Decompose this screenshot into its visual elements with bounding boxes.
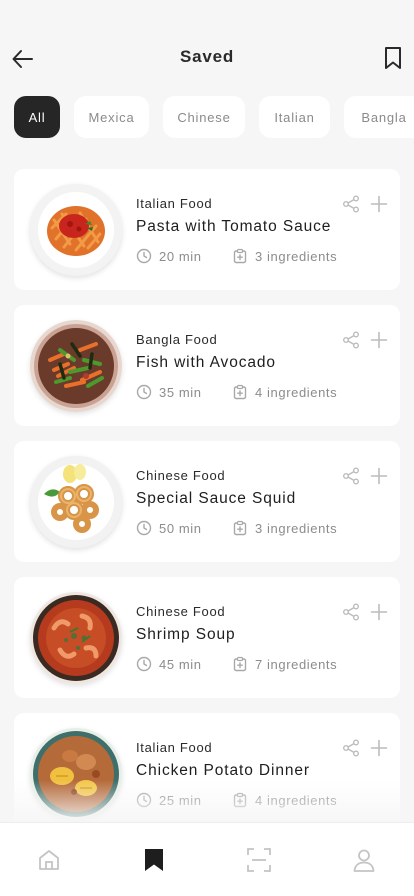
nav-saved[interactable] [141, 847, 167, 873]
recipe-title: Fish with Avocado [136, 354, 276, 371]
recipe-time: 25 min [136, 792, 202, 808]
plus-icon [370, 331, 388, 349]
recipe-time-label: 50 min [159, 520, 202, 536]
recipe-title: Pasta with Tomato Sauce [136, 218, 332, 235]
plus-icon [370, 739, 388, 757]
clock-icon [136, 248, 152, 264]
recipe-category: Chinese Food [136, 604, 226, 619]
bookmark-icon [385, 47, 401, 69]
filter-chip-bangla[interactable]: Bangla [344, 96, 414, 138]
add-button[interactable] [370, 603, 388, 621]
recipe-ingredients-label: 3 ingredients [255, 520, 338, 536]
nav-profile[interactable] [351, 847, 377, 873]
recipe-time: 35 min [136, 384, 202, 400]
recipe-ingredients-label: 4 ingredients [255, 384, 338, 400]
recipe-card[interactable]: Italian Food Chicken Potato Dinner 25 mi… [14, 713, 400, 834]
bookmark-button[interactable] [382, 46, 404, 70]
plus-icon [370, 603, 388, 621]
recipe-card[interactable]: Chinese Food Special Sauce Squid 50 min … [14, 441, 400, 562]
recipe-card[interactable]: Italian Food Pasta with Tomato Sauce 20 … [14, 169, 400, 290]
recipe-category: Chinese Food [136, 468, 226, 483]
share-icon [343, 331, 359, 349]
ingredients-icon [233, 792, 247, 808]
recipe-title: Chicken Potato Dinner [136, 762, 310, 779]
shrimp-soup-dish-image [30, 592, 122, 684]
recipe-time: 50 min [136, 520, 202, 536]
bottom-nav [0, 822, 414, 896]
share-icon [343, 603, 359, 621]
recipe-ingredients: 3 ingredients [232, 520, 337, 536]
squid-rings-dish-image [30, 456, 122, 548]
share-icon [343, 467, 359, 485]
share-icon [343, 739, 359, 757]
recipe-category: Bangla Food [136, 332, 218, 347]
share-button[interactable] [342, 603, 360, 621]
user-icon [353, 849, 375, 872]
clock-icon [136, 384, 152, 400]
share-button[interactable] [342, 467, 360, 485]
share-button[interactable] [342, 331, 360, 349]
recipe-ingredients-label: 4 ingredients [255, 792, 338, 808]
recipe-time-label: 25 min [159, 792, 202, 808]
page-title: Saved [179, 47, 235, 66]
recipe-title: Shrimp Soup [136, 626, 236, 643]
add-button[interactable] [370, 331, 388, 349]
recipe-time: 20 min [136, 248, 202, 264]
recipe-ingredients: 3 ingredients [232, 248, 337, 264]
recipe-ingredients: 4 ingredients [232, 384, 337, 400]
filter-chip-italian[interactable]: Italian [259, 96, 330, 138]
header: Saved [0, 0, 414, 90]
recipe-ingredients: 4 ingredients [232, 792, 337, 808]
chicken-potato-dish-image [30, 728, 122, 820]
add-button[interactable] [370, 467, 388, 485]
filter-chip-mexica[interactable]: Mexica [74, 96, 149, 138]
share-button[interactable] [342, 195, 360, 213]
filter-chip-all[interactable]: All [14, 96, 60, 138]
filter-chips: All Mexica Chinese Italian Bangla [14, 96, 414, 140]
recipe-ingredients: 7 ingredients [232, 656, 337, 672]
recipe-time-label: 20 min [159, 248, 202, 264]
vegetable-dish-image [30, 320, 122, 412]
nav-scan[interactable] [246, 847, 272, 873]
add-button[interactable] [370, 195, 388, 213]
recipe-title: Special Sauce Squid [136, 490, 297, 507]
recipe-ingredients-label: 3 ingredients [255, 248, 338, 264]
recipe-card[interactable]: Bangla Food Fish with Avocado 35 min 4 i… [14, 305, 400, 426]
nav-home[interactable] [36, 847, 62, 873]
recipe-category: Italian Food [136, 740, 213, 755]
ingredients-icon [233, 384, 247, 400]
ingredients-icon [233, 248, 247, 264]
clock-icon [136, 792, 152, 808]
share-button[interactable] [342, 739, 360, 757]
ingredients-icon [233, 656, 247, 672]
clock-icon [136, 520, 152, 536]
recipe-time: 45 min [136, 656, 202, 672]
recipe-time-label: 35 min [159, 384, 202, 400]
add-button[interactable] [370, 739, 388, 757]
filter-chip-chinese[interactable]: Chinese [163, 96, 245, 138]
recipe-list: Italian Food Pasta with Tomato Sauce 20 … [14, 169, 400, 849]
ingredients-icon [233, 520, 247, 536]
recipe-time-label: 45 min [159, 656, 202, 672]
scan-icon [247, 848, 271, 872]
plus-icon [370, 467, 388, 485]
clock-icon [136, 656, 152, 672]
home-icon [39, 850, 59, 870]
plus-icon [370, 195, 388, 213]
pasta-dish-image [30, 184, 122, 276]
recipe-ingredients-label: 7 ingredients [255, 656, 338, 672]
share-icon [343, 195, 359, 213]
recipe-category: Italian Food [136, 196, 213, 211]
recipe-card[interactable]: Chinese Food Shrimp Soup 45 min 7 ingred… [14, 577, 400, 698]
bookmark-filled-icon [145, 849, 163, 871]
